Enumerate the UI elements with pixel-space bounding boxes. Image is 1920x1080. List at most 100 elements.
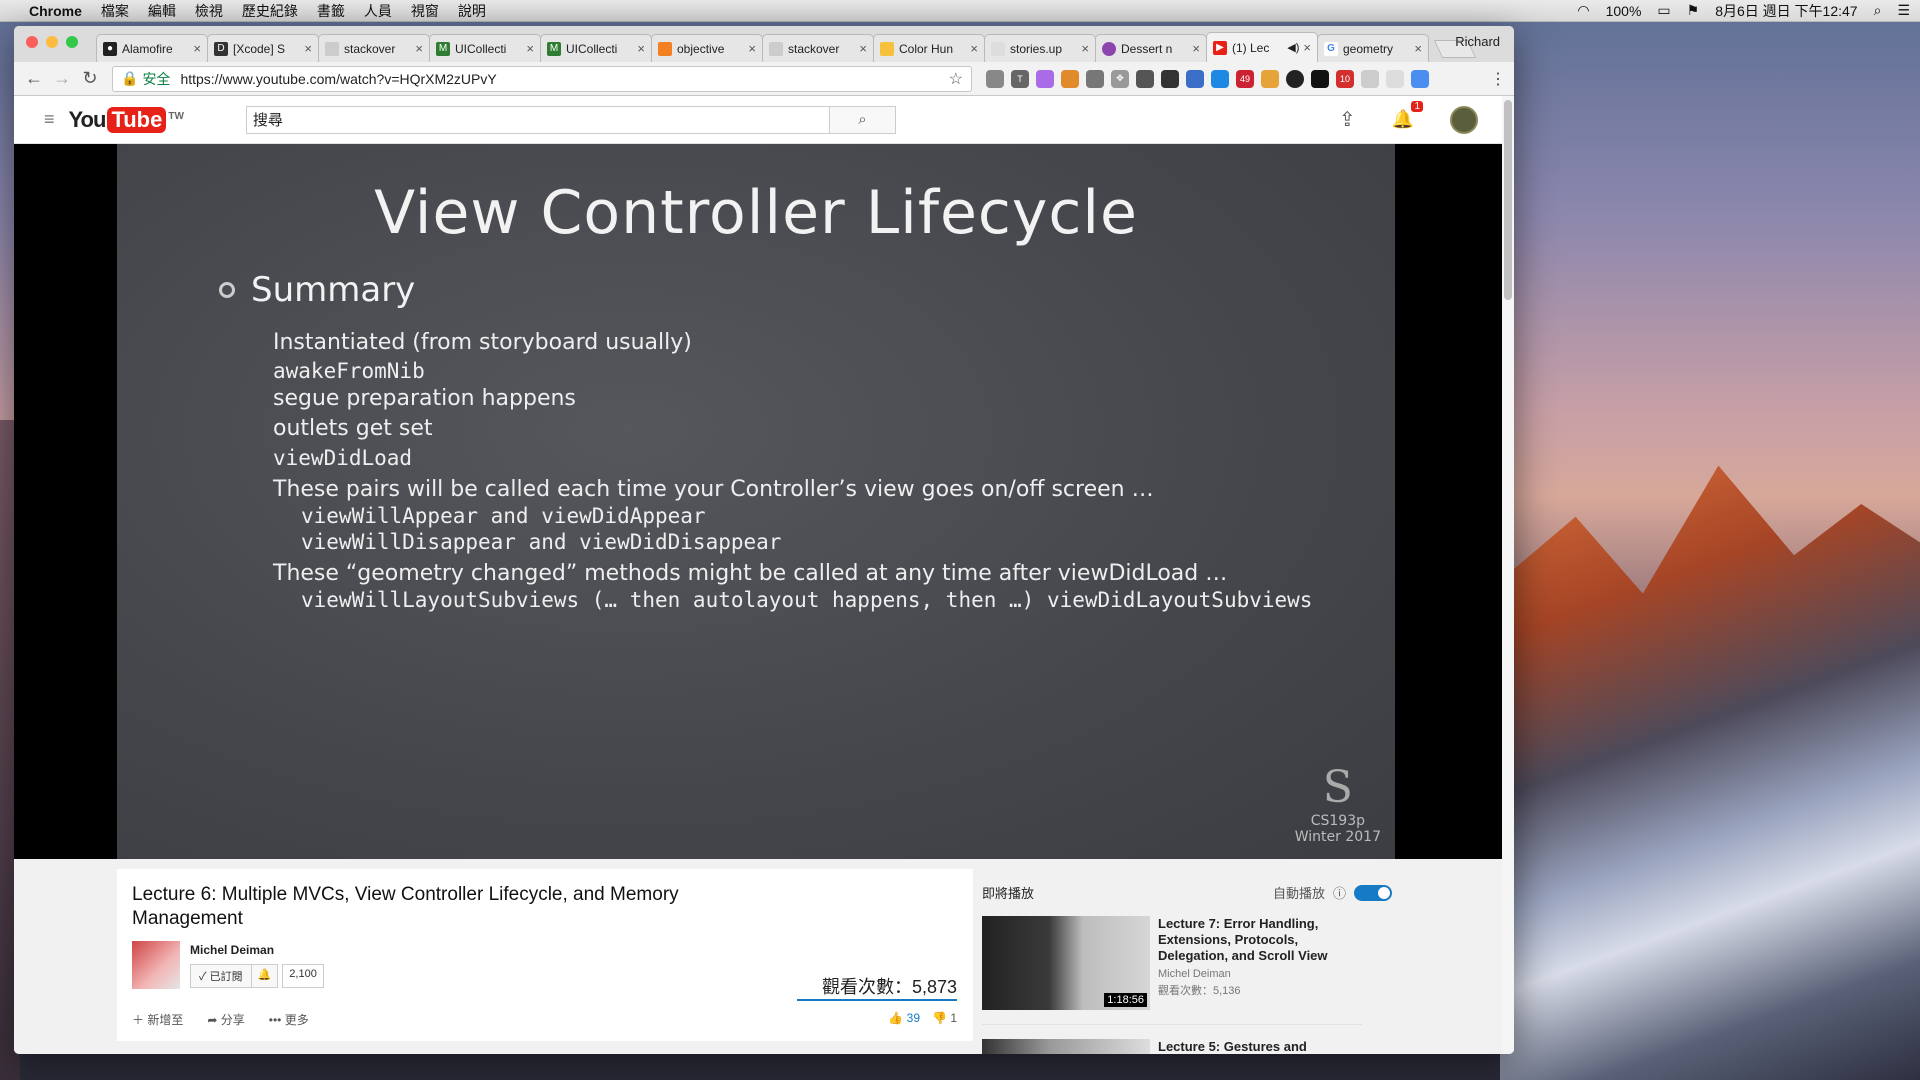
spotlight-icon[interactable]: ⌕ [1874,2,1882,19]
input-source-icon[interactable]: ⚑ [1687,2,1700,19]
video-thumbnail[interactable] [982,1039,1150,1054]
search-button[interactable]: ⌕ [829,105,896,134]
extension-icon[interactable] [1286,69,1304,88]
extension-icon[interactable] [986,69,1004,88]
notification-center-icon[interactable]: ☰ [1897,2,1910,19]
zoom-window-button[interactable] [66,36,78,48]
url-text[interactable]: https://www.youtube.com/watch?v=HQrXM2zU… [180,71,496,87]
battery-icon[interactable]: ▭ [1657,2,1670,19]
scrollbar-thumb[interactable] [1504,100,1512,300]
eyedropper-icon[interactable] [1086,69,1104,88]
guide-menu-icon[interactable]: ≡ [44,109,55,130]
close-tab-icon[interactable]: × [415,41,423,56]
audio-icon[interactable]: ◀) [1287,41,1299,54]
menu-history[interactable]: 歷史紀錄 [242,1,298,21]
info-icon[interactable]: ⓘ [1333,883,1346,902]
chrome-menu-icon[interactable]: ⋮ [1490,69,1506,89]
tab-title: stories.up [1010,41,1063,56]
bug-icon[interactable] [1136,69,1154,88]
youtube-logo[interactable]: You Tube TW [69,106,184,133]
more-button[interactable]: ••• 更多 [269,1011,309,1028]
tab-uicollection-2[interactable]: M UICollecti × [540,34,652,62]
video-thumbnail[interactable]: 1:18:56 [982,916,1150,1010]
tab-stackoverflow-1[interactable]: stackover × [318,34,430,62]
pocket-icon[interactable] [1161,69,1179,88]
tab-stories[interactable]: stories.up × [984,34,1096,62]
channel-name[interactable]: Michel Deiman [190,943,324,957]
extension-icon[interactable] [1361,69,1379,88]
extension-icon[interactable]: T [1011,69,1029,88]
close-tab-icon[interactable]: × [526,41,534,56]
translate-icon[interactable] [1411,69,1429,88]
tab-stackoverflow-2[interactable]: stackover × [762,34,874,62]
like-button[interactable]: 👍 39 [888,1011,920,1025]
menu-bookmarks[interactable]: 書籤 [317,1,345,21]
close-tab-icon[interactable]: × [193,41,201,56]
close-tab-icon[interactable]: × [1081,41,1089,56]
wifi-icon[interactable]: ◠ [1577,2,1589,19]
extension-icon[interactable] [1186,69,1204,88]
rec-title[interactable]: Lecture 5: Gestures and [1158,1039,1307,1054]
ghost-icon[interactable] [1311,69,1329,88]
minimize-window-button[interactable] [46,36,58,48]
tab-xcode[interactable]: D [Xcode] S × [207,34,319,62]
close-tab-icon[interactable]: × [637,41,645,56]
subscription-bell-icon[interactable]: 🔔 [251,964,279,988]
close-tab-icon[interactable]: × [970,41,978,56]
address-bar[interactable]: 🔒 安全 https://www.youtube.com/watch?v=HQr… [112,65,972,92]
bookmark-star-icon[interactable]: ☆ [949,69,963,89]
close-tab-icon[interactable]: × [1303,40,1311,55]
search-input[interactable]: 搜尋 [245,105,830,134]
rec-title[interactable]: Lecture 7: Error Handling, Extensions, P… [1158,916,1368,964]
extension-icon[interactable] [1036,69,1054,88]
tab-dessert[interactable]: Dessert n × [1095,34,1207,62]
close-tab-icon[interactable]: × [859,41,867,56]
reload-icon[interactable]: ↻ [78,68,102,89]
video-info-panel: Lecture 6: Multiple MVCs, View Controlle… [117,869,973,1041]
tab-objective[interactable]: objective × [651,34,763,62]
cookie-icon[interactable] [1261,69,1279,88]
notifications-bell-icon[interactable]: 🔔 1 [1392,101,1423,130]
channel-avatar[interactable] [132,941,180,989]
autoplay-toggle[interactable] [1354,884,1392,901]
close-window-button[interactable] [26,36,38,48]
close-tab-icon[interactable]: × [1192,41,1200,56]
upload-icon[interactable]: ⇪ [1339,107,1356,132]
subscribed-button[interactable]: ✓ 已訂閱 [190,964,252,988]
recommended-video[interactable]: 1:18:56 Lecture 7: Error Handling, Exten… [982,916,1392,1010]
share-button[interactable]: ➦ 分享 [207,1011,244,1028]
tab-alamofire[interactable]: ● Alamofire × [96,34,208,62]
view-count: 觀看次數：5,873 [821,977,957,997]
tab-color-hunt[interactable]: Color Hun × [873,34,985,62]
extension-icon[interactable] [1061,69,1079,88]
extension-icon[interactable] [1211,69,1229,88]
menu-window[interactable]: 視窗 [411,1,439,21]
menu-app-name[interactable]: Chrome [29,3,82,19]
close-tab-icon[interactable]: × [304,41,312,56]
dislike-button[interactable]: 👎 1 [932,1011,957,1025]
tab-google[interactable]: Ggeometry × [1317,34,1429,62]
close-tab-icon[interactable]: × [1414,41,1422,56]
clock[interactable]: 8月6日 週日 下午12:47 [1715,1,1857,21]
tab-uicollection-1[interactable]: M UICollecti × [429,34,541,62]
extension-icon[interactable] [1386,69,1404,88]
move-icon[interactable]: ✥ [1111,69,1129,88]
tab-youtube[interactable]: ▶ (1) Lec ◀) × [1206,32,1318,62]
menu-file[interactable]: 檔案 [101,1,129,21]
menu-view[interactable]: 檢視 [195,1,223,21]
video-player[interactable]: View Controller Lifecycle Summary Instan… [14,144,1502,859]
avatar[interactable] [1450,105,1478,134]
page-scrollbar[interactable] [1502,96,1514,1054]
recommended-video[interactable]: Lecture 5: Gestures and [982,1039,1392,1054]
back-icon[interactable]: ← [22,68,46,89]
extension-badge-icon[interactable]: 49 [1236,69,1254,88]
divider [982,1024,1362,1025]
close-tab-icon[interactable]: × [748,41,756,56]
menu-people[interactable]: 人員 [364,1,392,21]
forward-icon[interactable]: → [50,68,74,89]
menu-edit[interactable]: 編輯 [148,1,176,21]
add-to-button[interactable]: ＋ 新增至 [132,1011,183,1028]
profile-name[interactable]: Richard [1455,34,1500,49]
calendar-icon[interactable]: 10 [1336,69,1354,88]
menu-help[interactable]: 說明 [458,1,486,21]
